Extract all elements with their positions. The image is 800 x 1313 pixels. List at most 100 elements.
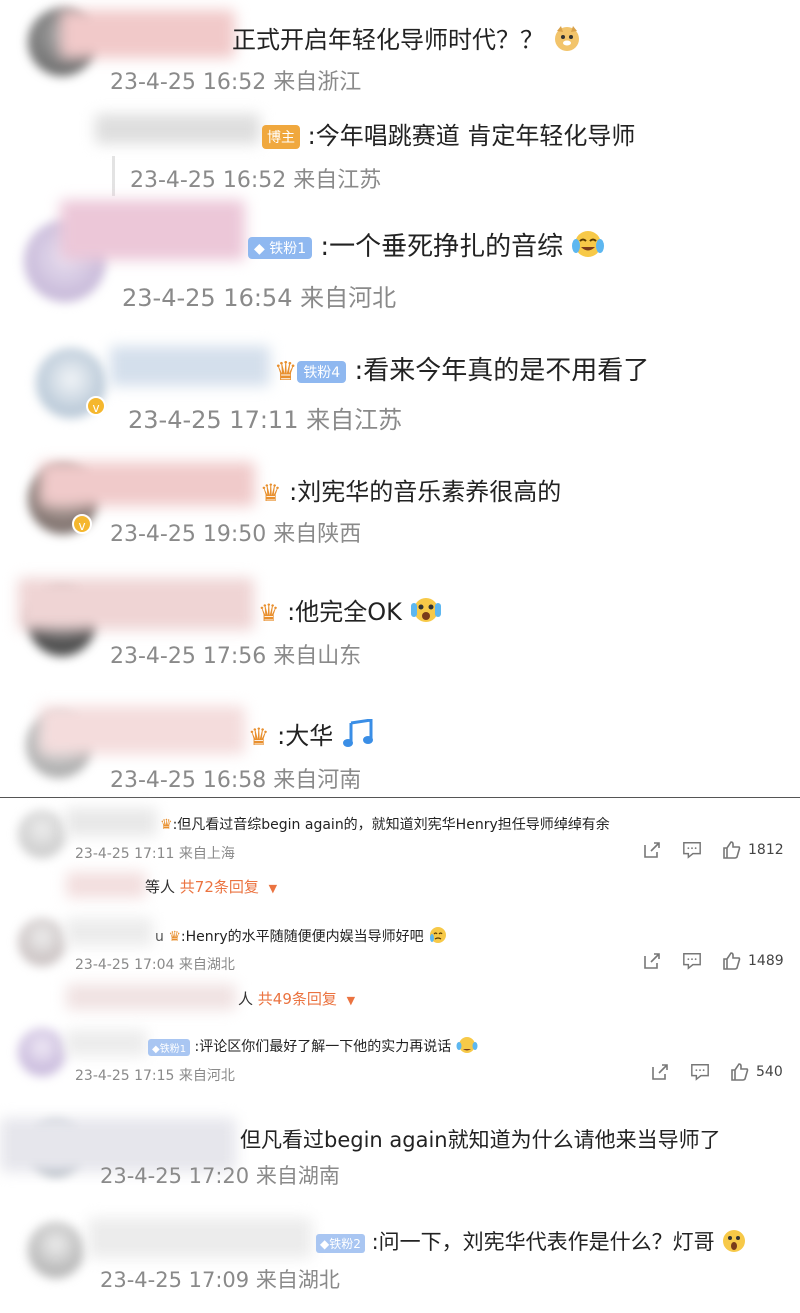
caret-down-icon[interactable]: ▼ xyxy=(347,994,355,1007)
comment-text: 但凡看过begin again就知道为什么请他来当导师了 xyxy=(240,1128,721,1152)
like-count: 540 xyxy=(756,1064,783,1080)
crown-fan-icon: ♛ xyxy=(168,929,181,945)
comment-location: 来自江苏 xyxy=(293,168,382,193)
comment-actions: 1489 xyxy=(642,951,784,971)
comment-body: u ♛:Henry的水平随随便便内娱当导师好吧 xyxy=(155,926,448,948)
crown-fan-icon: ♛ xyxy=(258,599,280,627)
reply-meta: 23-4-25 16:52 来自江苏 xyxy=(130,162,381,194)
share-icon[interactable] xyxy=(642,951,662,971)
comment-location: 来自湖北 xyxy=(255,1268,340,1292)
username-blurred[interactable] xyxy=(65,1030,147,1056)
username-blurred[interactable] xyxy=(60,10,235,58)
username-blurred[interactable] xyxy=(110,346,270,386)
reply-count[interactable]: 共72条回复 xyxy=(180,878,259,896)
comment-text: :但凡看过音综begin again的，就知道刘宪华Henry担任导师绰绰有余 xyxy=(172,817,610,833)
username-blurred xyxy=(66,984,236,1010)
comment-meta: 23-4-25 19:50 来自陕西 xyxy=(110,516,361,548)
comment-body: ♛:但凡看过音综begin again的，就知道刘宪华Henry担任导师绰绰有余 xyxy=(160,814,610,834)
comment-icon[interactable] xyxy=(682,951,702,971)
comment-icon[interactable] xyxy=(682,840,702,860)
comment-body: ♛ :他完全OK xyxy=(258,592,442,631)
crown-fan-icon: ♛ xyxy=(260,479,282,507)
comment-time: 23-4-25 17:56 xyxy=(110,644,267,669)
comment-location: 来自河南 xyxy=(273,768,362,793)
comment-meta: 23-4-25 17:56 来自山东 xyxy=(110,638,361,670)
avatar[interactable] xyxy=(28,1222,84,1278)
crown-fan-icon: ♛ xyxy=(248,723,270,751)
avatar[interactable] xyxy=(18,918,66,966)
comment-time: 23-4-25 16:52 xyxy=(110,70,267,95)
comment-actions: 540 xyxy=(650,1062,783,1082)
reply-users: 人 xyxy=(238,990,254,1008)
reply-users: 等人 xyxy=(145,878,176,896)
comment-meta: 23-4-25 17:09 来自湖北 xyxy=(100,1264,340,1294)
comment-actions: 1812 xyxy=(642,840,784,860)
reply-summary[interactable]: 人 共49条回复 ▼ xyxy=(238,988,355,1009)
username-blurred[interactable] xyxy=(40,462,255,506)
verified-v-icon: v xyxy=(86,396,106,416)
comment-body: ◆ 铁粉1 :一个垂死挣扎的音综 xyxy=(248,226,605,267)
comment-location: 来自上海 xyxy=(178,846,235,862)
comment-body: ◆铁粉1 :评论区你们最好了解一下他的实力再说话 xyxy=(148,1036,478,1058)
caret-down-icon[interactable]: ▼ xyxy=(269,882,277,895)
fan-badge: ◆铁粉2 xyxy=(316,1233,365,1253)
share-icon[interactable] xyxy=(650,1062,670,1082)
username-partial[interactable]: u xyxy=(155,929,164,945)
surprised-emoji-icon xyxy=(721,1228,747,1259)
username-blurred[interactable] xyxy=(88,1218,312,1258)
comment-location: 来自陕西 xyxy=(273,522,362,547)
username-blurred[interactable] xyxy=(95,114,260,144)
comment-time: 23-4-25 17:20 xyxy=(100,1164,250,1188)
avatar[interactable] xyxy=(18,1028,66,1076)
reply-text: :今年唱跳赛道 肯定年轻化导师 xyxy=(307,122,636,150)
crown-fan-icon: ♛ xyxy=(160,817,173,833)
comment-body: 但凡看过begin again就知道为什么请他来当导师了 xyxy=(240,1124,721,1154)
thumbs-up-icon[interactable] xyxy=(730,1062,750,1082)
cry-laugh-emoji-icon xyxy=(456,1036,478,1058)
username-blurred[interactable] xyxy=(18,578,254,630)
verified-v-icon: v xyxy=(72,514,92,534)
comment-text: :问一下，刘宪华代表作是什么？灯哥 xyxy=(371,1230,715,1254)
comment-text: :大华 xyxy=(277,722,334,750)
comment-text: :看来今年真的是不用看了 xyxy=(354,356,650,386)
comment-body: 正式开启年轻化导师时代？？ xyxy=(232,20,582,59)
quote-bar xyxy=(112,156,115,196)
comment-meta: 23-4-25 17:11 来自上海 xyxy=(75,843,235,863)
comment-time: 23-4-25 19:50 xyxy=(110,522,267,547)
section-divider xyxy=(0,797,800,798)
share-icon[interactable] xyxy=(642,840,662,860)
comment-location: 来自河北 xyxy=(300,284,397,312)
comment-body: ♛ 铁粉4 :看来今年真的是不用看了 xyxy=(274,350,649,387)
doge-emoji-icon xyxy=(552,23,582,59)
reply-count[interactable]: 共49条回复 xyxy=(258,990,337,1008)
comment-body: ◆铁粉2 :问一下，刘宪华代表作是什么？灯哥 xyxy=(316,1226,747,1259)
reply-body: 博主 :今年唱跳赛道 肯定年轻化导师 xyxy=(262,116,635,151)
comment-time: 23-4-25 17:11 xyxy=(128,406,299,434)
username-blurred[interactable] xyxy=(65,808,157,836)
cry-emoji-icon xyxy=(428,926,448,948)
comment-icon[interactable] xyxy=(690,1062,710,1082)
comment-location: 来自湖南 xyxy=(255,1164,340,1188)
thumbs-up-icon[interactable] xyxy=(722,840,742,860)
comment-time: 23-4-25 17:15 xyxy=(75,1068,175,1084)
username-blurred[interactable] xyxy=(65,918,153,946)
comment-time: 23-4-25 17:09 xyxy=(100,1268,250,1292)
like-count: 1812 xyxy=(748,842,784,858)
host-badge: 博主 xyxy=(262,125,300,149)
comment-text: :一个垂死挣扎的音综 xyxy=(320,232,564,262)
comment-time: 23-4-25 17:11 xyxy=(75,846,175,862)
comment-body: ♛ :刘宪华的音乐素养很高的 xyxy=(260,472,561,507)
comment-meta: 23-4-25 17:15 来自河北 xyxy=(75,1065,235,1085)
cry-laugh-emoji-icon xyxy=(571,228,605,267)
crown-fan-icon: ♛ xyxy=(274,356,298,387)
comment-location: 来自湖北 xyxy=(178,957,235,973)
reply-summary[interactable]: 等人 共72条回复 ▼ xyxy=(145,876,277,897)
comment-text: :他完全OK xyxy=(287,598,402,626)
avatar[interactable] xyxy=(18,810,66,858)
thumbs-up-icon[interactable] xyxy=(722,951,742,971)
comment-time: 23-4-25 17:04 xyxy=(75,957,175,973)
comment-location: 来自浙江 xyxy=(273,70,362,95)
username-blurred[interactable] xyxy=(60,200,245,260)
username-blurred[interactable] xyxy=(40,706,245,754)
comment-text: 正式开启年轻化导师时代？？ xyxy=(232,26,544,54)
